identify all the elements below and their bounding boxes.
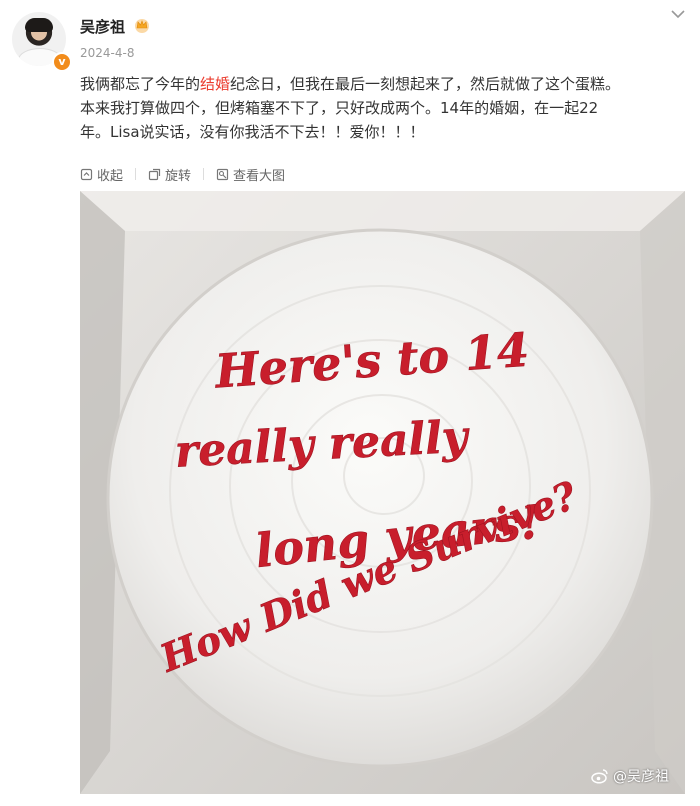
topic-link[interactable]: 结婚	[200, 75, 230, 93]
weibo-logo-icon	[591, 769, 608, 784]
post-text: 我俩都忘了今年的结婚纪念日，但我在最后一刻想起来了，然后就做了这个蛋糕。 本来我…	[80, 72, 680, 144]
post-line: 我俩都忘了今年的结婚纪念日，但我在最后一刻想起来了，然后就做了这个蛋糕。	[80, 72, 680, 96]
chevron-down-icon[interactable]	[670, 8, 686, 20]
box-flap	[80, 191, 685, 231]
verified-v-icon: v	[52, 52, 72, 72]
view-large-label: 查看大图	[233, 168, 286, 184]
collapse-button[interactable]: 收起	[80, 165, 123, 184]
post-date[interactable]: 2024-4-8	[80, 46, 134, 60]
watermark: @吴彦祖	[591, 766, 669, 786]
rotate-icon	[148, 168, 161, 180]
post-text-segment: 本来我打算做四个，但烤箱塞不下了，只好改成两个。14年的婚姻，在一起22	[80, 99, 599, 117]
collapse-label: 收起	[97, 168, 124, 184]
toolbar-divider	[135, 168, 137, 180]
post-text-segment: 年。Lisa说实话，没有你我活不下去！！爱你！！！	[80, 123, 425, 141]
post-text-segment: 纪念日，但我在最后一刻想起来了，然后就做了这个蛋糕。	[230, 75, 621, 93]
toolbar-divider	[203, 168, 205, 180]
watermark-text: @吴彦祖	[613, 769, 669, 785]
crown-icon	[135, 19, 149, 33]
post-line: 本来我打算做四个，但烤箱塞不下了，只好改成两个。14年的婚姻，在一起22	[80, 96, 680, 120]
cake-photo: Here's to 14 really really long years! H…	[80, 191, 685, 794]
rotate-label: 旋转	[165, 168, 192, 184]
view-large-button[interactable]: 查看大图	[216, 165, 285, 184]
author-name[interactable]: 吴彦祖	[80, 16, 125, 37]
post-image[interactable]: Here's to 14 really really long years! H…	[80, 191, 685, 794]
enlarge-icon	[216, 168, 229, 180]
collapse-icon	[80, 168, 93, 180]
rotate-button[interactable]: 旋转	[148, 165, 191, 184]
image-toolbar: 收起 旋转 查看大图	[80, 164, 285, 184]
avatar-hair	[25, 18, 53, 32]
post-text-segment: 我俩都忘了今年的	[80, 75, 201, 93]
post-line: 年。Lisa说实话，没有你我活不下去！！爱你！！！	[80, 120, 680, 144]
